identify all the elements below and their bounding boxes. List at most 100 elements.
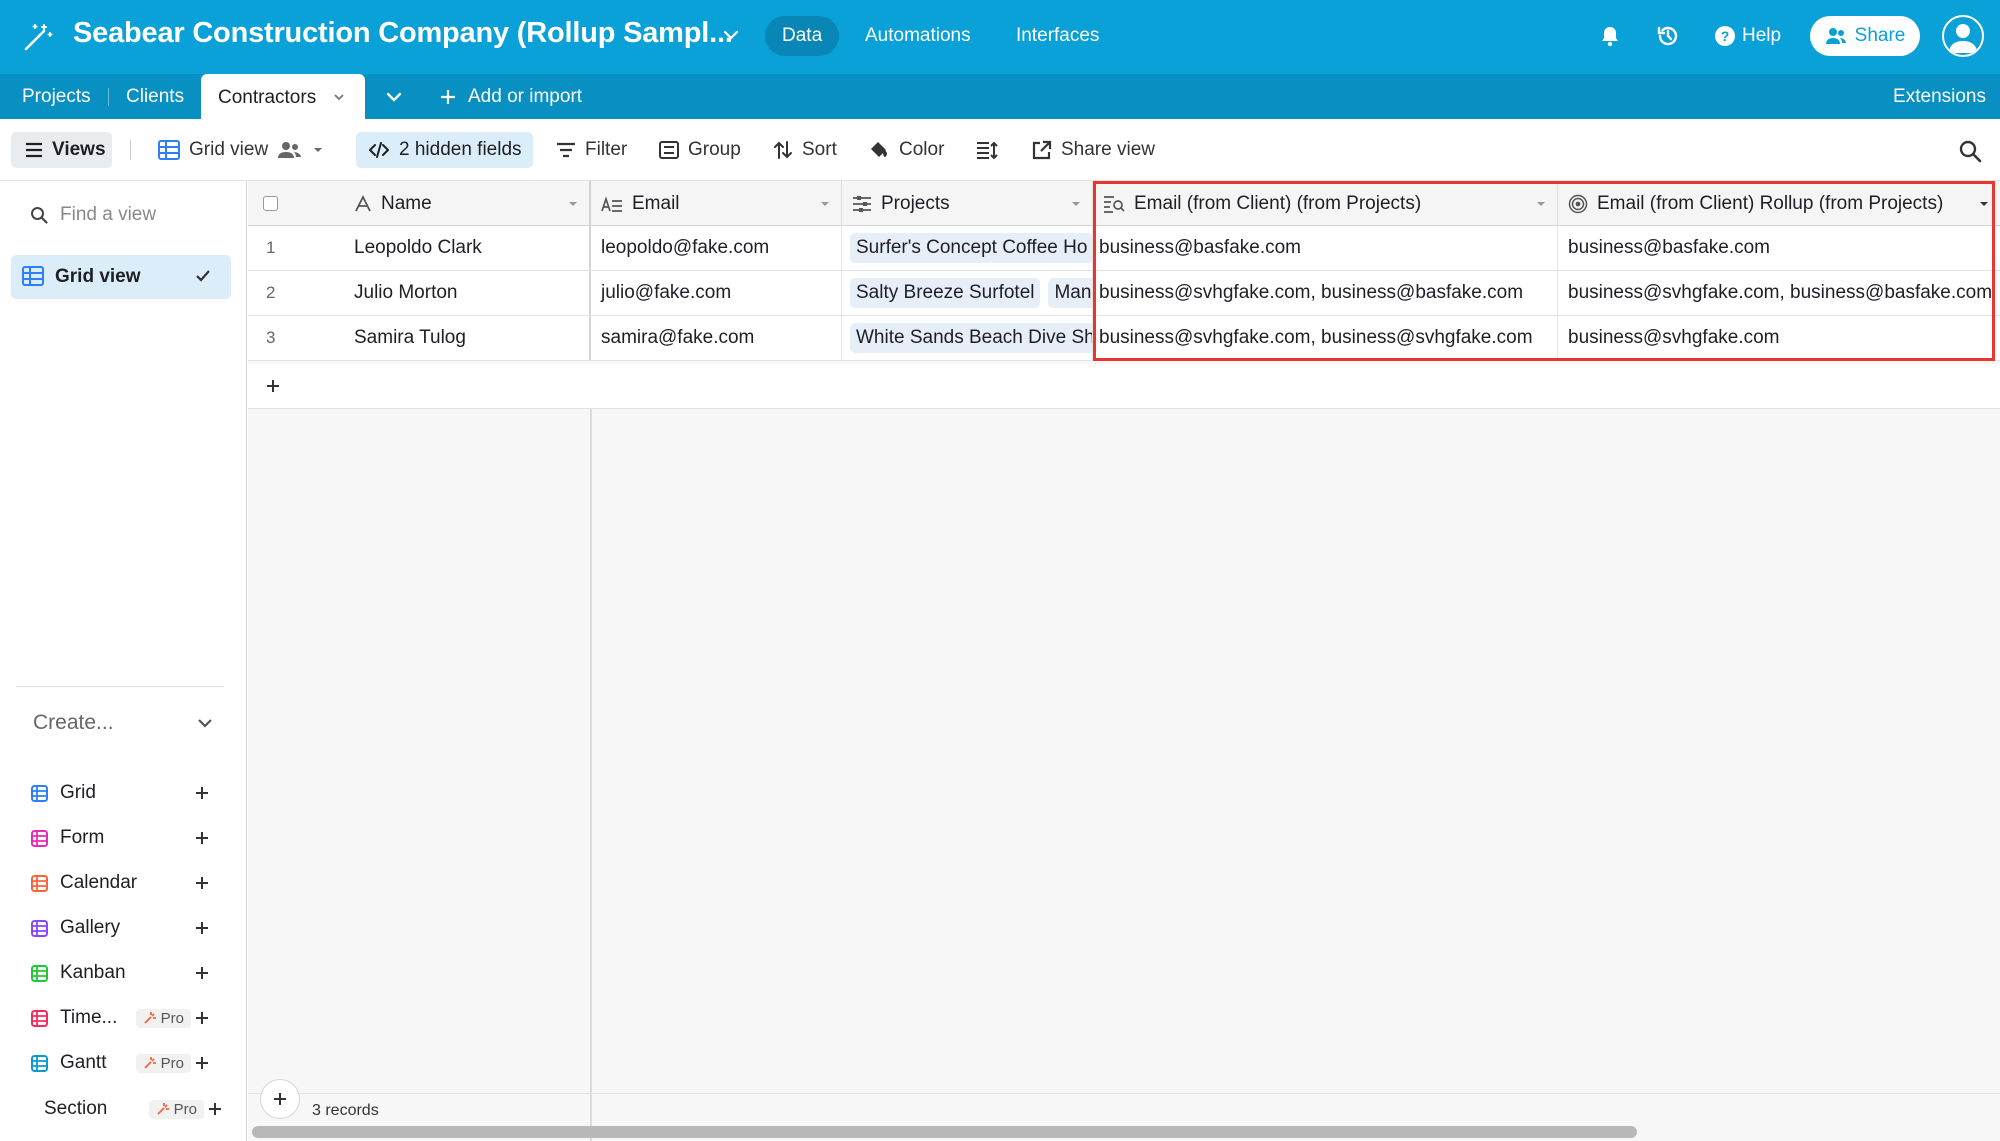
magic-wand-icon[interactable] — [22, 21, 54, 53]
cell-lookup[interactable]: business@svhgfake.com, business@svhgfake… — [1093, 316, 1558, 360]
caret-down-icon[interactable] — [819, 199, 831, 209]
caret-down-icon[interactable] — [567, 199, 579, 209]
chevron-down-icon[interactable] — [720, 24, 742, 46]
linked-record-chip[interactable]: White Sands Beach Dive Sh — [850, 323, 1092, 353]
table-row[interactable]: 3 Samira Tulog samira@fake.com White Sands … — [248, 316, 2000, 361]
cell-rollup[interactable]: business@basfake.com — [1558, 226, 2000, 270]
views-toggle-button[interactable]: Views — [11, 132, 112, 168]
grid-icon — [22, 266, 44, 286]
create-form-item[interactable]: Form — [31, 823, 209, 853]
select-all-checkbox[interactable] — [263, 196, 278, 211]
column-label: Projects — [881, 192, 950, 214]
add-record-button[interactable] — [260, 1079, 300, 1119]
form-icon — [31, 829, 48, 847]
base-title[interactable]: Seabear Construction Company (Rollup Sam… — [73, 17, 733, 50]
row-height-icon[interactable] — [976, 141, 998, 159]
linked-record-chip[interactable]: Salty Breeze Surfotel — [850, 278, 1041, 308]
cell-lookup[interactable]: business@basfake.com — [1093, 226, 1558, 270]
add-or-import-button[interactable]: Add or import — [440, 74, 582, 119]
grid-icon — [31, 784, 48, 802]
color-label: Color — [899, 139, 945, 160]
help-label: Help — [1742, 25, 1782, 46]
cell-name[interactable]: Samira Tulog — [344, 316, 591, 360]
people-icon — [278, 142, 302, 158]
help-button[interactable]: ? Help — [1714, 22, 1781, 50]
create-section-item[interactable]: Section Pro — [44, 1094, 222, 1124]
share-button[interactable]: Share — [1810, 16, 1920, 56]
horizontal-scrollbar[interactable] — [252, 1126, 1637, 1138]
cell-lookup[interactable]: business@svhgfake.com, business@basfake.… — [1093, 271, 1558, 315]
cell-email[interactable]: julio@fake.com — [591, 271, 842, 315]
share-view-label: Share view — [1061, 139, 1155, 160]
cell-projects[interactable]: Surfer's Concept Coffee Ho — [842, 226, 1093, 270]
create-calendar-item[interactable]: Calendar — [31, 868, 209, 898]
cell-projects[interactable]: White Sands Beach Dive Sh — [842, 316, 1093, 360]
chevron-down-icon[interactable] — [332, 90, 346, 104]
user-icon — [1949, 24, 1977, 53]
cell-rollup[interactable]: business@svhgfake.com, business@basfake.… — [1558, 271, 2000, 315]
add-record-row[interactable] — [248, 364, 2000, 409]
nav-interfaces[interactable]: Interfaces — [999, 16, 1116, 56]
table-row[interactable]: 1 Leopoldo Clark leopoldo@fake.com Surfer's… — [248, 226, 2000, 271]
create-kanban-item[interactable]: Kanban — [31, 958, 209, 988]
column-header-name[interactable]: Name — [344, 181, 591, 226]
create-gantt-item[interactable]: Gantt Pro — [31, 1048, 209, 1078]
caret-down-icon[interactable] — [1070, 199, 1082, 209]
linked-record-chip[interactable]: Mana — [1048, 278, 1092, 308]
grid-view-switcher[interactable]: Grid view — [158, 132, 324, 168]
find-view-placeholder: Find a view — [60, 204, 157, 225]
group-label: Group — [688, 139, 741, 160]
column-header-lookup[interactable]: Email (from Client) (from Projects) — [1093, 181, 1558, 226]
cell-email[interactable]: samira@fake.com — [591, 316, 842, 360]
caret-down-icon[interactable] — [1978, 199, 1990, 209]
find-view-search[interactable]: Find a view — [30, 204, 156, 226]
create-time-item[interactable]: Time... Pro — [31, 1003, 209, 1033]
tab-projects[interactable]: Projects — [22, 74, 91, 119]
cell-projects[interactable]: Salty Breeze SurfotelMana — [842, 271, 1093, 315]
create-section-toggle[interactable]: Create... — [33, 711, 213, 735]
history-icon[interactable] — [1654, 22, 1682, 50]
eye-off-icon — [369, 142, 389, 158]
tab-clients[interactable]: Clients — [126, 74, 184, 119]
tab-contractors-label: Contractors — [218, 87, 317, 108]
sort-icon — [774, 141, 792, 159]
all-tables-chevron-icon[interactable] — [380, 84, 408, 110]
help-icon: ? — [1715, 26, 1735, 46]
column-header-rollup[interactable]: Email (from Client) Rollup (from Project… — [1558, 181, 2000, 226]
cell-name[interactable]: Julio Morton — [344, 271, 591, 315]
toolbar-divider — [130, 140, 131, 160]
create-gallery-item[interactable]: Gallery — [31, 913, 209, 943]
nav-data[interactable]: Data — [765, 16, 840, 56]
cell-name[interactable]: Leopoldo Clark — [344, 226, 591, 270]
filter-button[interactable]: Filter — [556, 132, 627, 168]
cell-rollup[interactable]: business@svhgfake.com — [1558, 316, 2000, 360]
create-item-label: Calendar — [60, 872, 138, 893]
nav-automations[interactable]: Automations — [848, 16, 988, 56]
filter-label: Filter — [585, 139, 628, 160]
plus-icon — [196, 1012, 208, 1024]
cell-email[interactable]: leopoldo@fake.com — [591, 226, 842, 270]
row-number: 1 — [266, 238, 276, 257]
hidden-fields-button[interactable]: 2 hidden fields — [356, 132, 533, 168]
sort-button[interactable]: Sort — [773, 132, 837, 168]
tab-contractors[interactable]: Contractors — [201, 74, 365, 119]
group-icon — [659, 141, 679, 159]
search-icon[interactable] — [1958, 139, 1982, 163]
column-header-email[interactable]: Email — [591, 181, 842, 226]
sidebar-item-grid-view[interactable]: Grid view — [11, 255, 231, 299]
linked-record-chip[interactable]: Surfer's Concept Coffee Ho — [850, 233, 1092, 263]
bell-icon[interactable] — [1596, 22, 1624, 50]
hamburger-icon — [26, 142, 42, 158]
color-button[interactable]: Color — [868, 132, 944, 168]
column-header-projects[interactable]: Projects — [842, 181, 1093, 226]
share-view-button[interactable]: Share view — [1032, 132, 1155, 168]
caret-down-icon[interactable] — [1535, 199, 1547, 209]
extensions-button[interactable]: Extensions — [1893, 74, 1986, 119]
table-row[interactable]: 2 Julio Morton julio@fake.com Salty Breeze … — [248, 271, 2000, 316]
group-button[interactable]: Group — [659, 132, 741, 168]
create-grid-item[interactable]: Grid — [31, 778, 209, 808]
user-avatar[interactable] — [1942, 15, 1984, 57]
search-icon — [31, 207, 48, 224]
records-grid: Name Email Projects Email (from Client) … — [248, 181, 2000, 1141]
svg-text:?: ? — [1721, 28, 1730, 44]
